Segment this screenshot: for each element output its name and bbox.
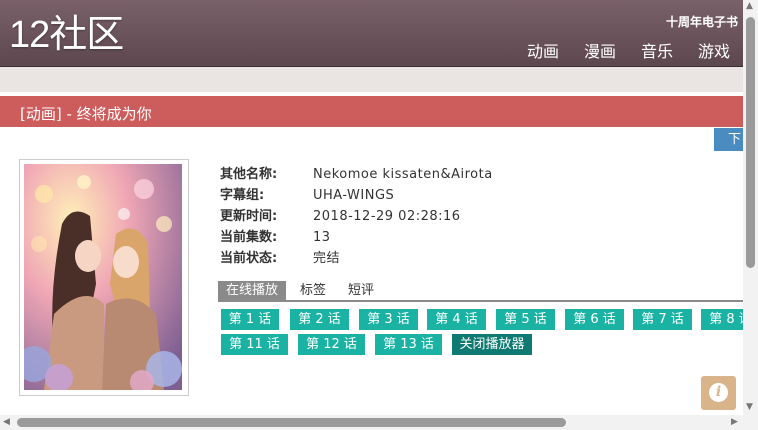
info-label: 当前集数: bbox=[220, 230, 278, 245]
scroll-right-arrow-icon[interactable]: ▶ bbox=[731, 417, 738, 427]
tab-online-play[interactable]: 在线播放 bbox=[218, 281, 287, 300]
episode-button[interactable]: 第 8 话 bbox=[701, 309, 743, 330]
info-value: 2018-12-29 02:28:16 bbox=[313, 209, 461, 224]
content-tabs: 在线播放 标签 短评 bbox=[218, 281, 743, 302]
download-button[interactable]: 下 bbox=[714, 128, 743, 151]
info-label: 其他名称: bbox=[220, 167, 278, 182]
title-bar: [动画] - 终将成为你 bbox=[0, 96, 743, 127]
episode-button[interactable]: 第 7 话 bbox=[633, 309, 692, 330]
poster-illustration bbox=[24, 164, 182, 390]
nav-music[interactable]: 音乐 bbox=[641, 38, 673, 62]
info-row-subgroup: 字幕组: UHA-WINGS bbox=[220, 185, 493, 206]
info-icon: i bbox=[709, 383, 728, 402]
anime-poster-image bbox=[24, 164, 182, 390]
horizontal-scrollbar[interactable]: ◀ ▶ bbox=[0, 415, 743, 430]
info-value: Nekomoe kissaten&Airota bbox=[313, 167, 493, 182]
main-nav: 动画 漫画 音乐 游戏 bbox=[527, 38, 730, 62]
info-label: 字幕组: bbox=[220, 188, 265, 203]
episode-button[interactable]: 第 5 话 bbox=[496, 309, 555, 330]
episode-button[interactable]: 第 11 话 bbox=[221, 334, 288, 355]
episode-button[interactable]: 第 13 话 bbox=[375, 334, 442, 355]
site-logo[interactable]: 12社区 bbox=[9, 13, 124, 57]
nav-manga[interactable]: 漫画 bbox=[584, 38, 616, 62]
anniversary-ebook-link[interactable]: 十周年电子书 bbox=[666, 13, 738, 30]
info-value: UHA-WINGS bbox=[313, 188, 395, 203]
episode-button[interactable]: 第 12 话 bbox=[298, 334, 365, 355]
vertical-scroll-thumb[interactable] bbox=[746, 17, 755, 268]
tab-tags[interactable]: 标签 bbox=[292, 281, 334, 300]
scroll-down-arrow-icon[interactable]: ▼ bbox=[746, 402, 753, 412]
nav-anime[interactable]: 动画 bbox=[527, 38, 559, 62]
episode-button[interactable]: 第 6 话 bbox=[565, 309, 624, 330]
info-label: 当前状态: bbox=[220, 251, 278, 266]
tab-comments[interactable]: 短评 bbox=[340, 281, 382, 300]
nav-games[interactable]: 游戏 bbox=[698, 38, 730, 62]
close-player-button[interactable]: 关闭播放器 bbox=[452, 334, 532, 355]
episode-list: 第 1 话 第 2 话 第 3 话 第 4 话 第 5 话 第 6 话 第 7 … bbox=[221, 309, 743, 359]
episode-button[interactable]: 第 2 话 bbox=[290, 309, 349, 330]
episode-button[interactable]: 第 3 话 bbox=[359, 309, 418, 330]
episode-button[interactable]: 第 4 话 bbox=[427, 309, 486, 330]
vertical-scrollbar[interactable]: ▲ ▼ bbox=[743, 0, 758, 430]
poster-frame bbox=[19, 159, 189, 396]
info-value: 13 bbox=[313, 230, 331, 245]
info-row-episodes: 当前集数: 13 bbox=[220, 227, 493, 248]
info-value: 完结 bbox=[313, 251, 341, 266]
info-label: 更新时间: bbox=[220, 209, 278, 224]
episode-button[interactable]: 第 1 话 bbox=[221, 309, 279, 330]
info-row-alt-name: 其他名称: Nekomoe kissaten&Airota bbox=[220, 164, 493, 185]
sub-bar bbox=[0, 67, 743, 92]
anime-info: 其他名称: Nekomoe kissaten&Airota 字幕组: UHA-W… bbox=[220, 164, 493, 269]
info-row-updated: 更新时间: 2018-12-29 02:28:16 bbox=[220, 206, 493, 227]
site-header: 12社区 十周年电子书 动画 漫画 音乐 游戏 bbox=[0, 0, 743, 67]
horizontal-scroll-thumb[interactable] bbox=[17, 418, 566, 427]
info-button[interactable]: i bbox=[701, 376, 736, 410]
page-title: [动画] - 终将成为你 bbox=[20, 105, 152, 123]
info-row-status: 当前状态: 完结 bbox=[220, 248, 493, 269]
scroll-up-arrow-icon[interactable]: ▲ bbox=[746, 1, 753, 11]
scroll-left-arrow-icon[interactable]: ◀ bbox=[3, 417, 10, 427]
